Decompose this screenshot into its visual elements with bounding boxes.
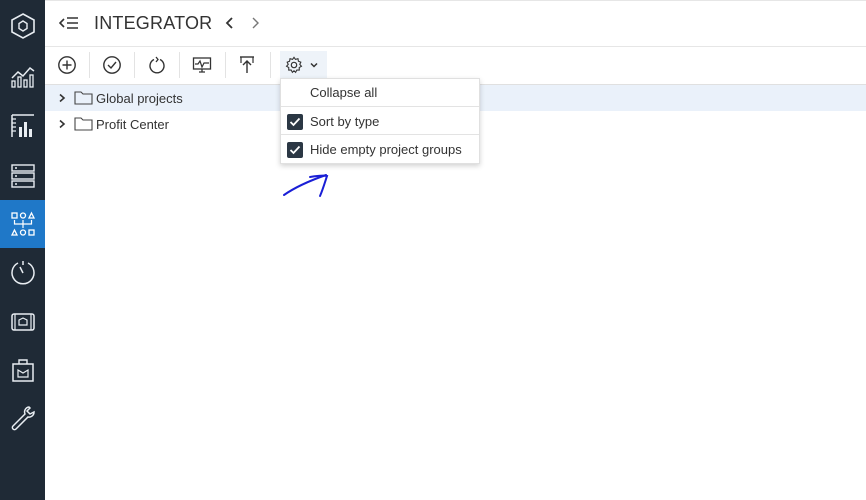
server-rack-icon: [10, 164, 35, 188]
gauge-icon: [10, 261, 35, 285]
chevron-right-icon[interactable]: [248, 14, 262, 32]
settings-dropdown-menu: Collapse all Sort by type Hide empty pro…: [280, 78, 480, 164]
tree-item-label: Profit Center: [96, 117, 169, 132]
refresh-button[interactable]: [145, 53, 169, 77]
sidebar-item-reports[interactable]: [0, 102, 45, 150]
menu-item-collapse-all[interactable]: Collapse all: [281, 79, 479, 106]
annotation-arrow-icon: [283, 174, 329, 197]
toolbar-separator: [134, 52, 135, 78]
folder-icon: [74, 117, 93, 131]
hide-empty-groups-checkbox[interactable]: [287, 142, 303, 158]
bar-chart-icon: [10, 114, 34, 137]
folder-icon: [74, 91, 93, 105]
checkmark-icon: [289, 145, 301, 155]
menu-item-hide-empty-project-groups[interactable]: Hide empty project groups: [281, 136, 479, 163]
upload-icon: [240, 56, 254, 73]
sidebar-item-packages[interactable]: [0, 346, 45, 394]
sidebar-item-media[interactable]: [0, 298, 45, 346]
gear-icon: [285, 56, 303, 74]
sidebar-item-tools[interactable]: [0, 394, 45, 442]
add-button[interactable]: [55, 53, 79, 77]
monitor-icon: [192, 57, 212, 73]
deploy-button[interactable]: [235, 53, 259, 77]
analytics-chart-icon: [10, 66, 34, 88]
chevron-right-icon[interactable]: [57, 119, 67, 129]
chevron-left-icon[interactable]: [223, 14, 237, 32]
menu-separator: [281, 106, 479, 107]
monitor-button[interactable]: [190, 53, 214, 77]
toolbar-separator: [179, 52, 180, 78]
app-header: INTEGRATOR: [45, 0, 866, 47]
integrator-flow-icon: [10, 211, 35, 236]
menu-item-label: Collapse all: [310, 85, 378, 100]
settings-menu-button[interactable]: [280, 51, 327, 79]
toolbar-separator: [270, 52, 271, 78]
toolbar-separator: [89, 52, 90, 78]
toolbar-separator: [225, 52, 226, 78]
validate-button[interactable]: [100, 53, 124, 77]
checkmark-icon: [289, 117, 301, 127]
add-circle-icon: [58, 56, 76, 74]
chevron-down-icon: [310, 62, 318, 68]
sidebar-item-integrator[interactable]: [0, 200, 45, 248]
check-circle-icon: [103, 56, 121, 74]
wrench-icon: [11, 406, 35, 431]
chevron-right-icon[interactable]: [57, 93, 67, 103]
sidebar-item-servers[interactable]: [0, 152, 45, 200]
sort-by-type-checkbox[interactable]: [287, 114, 303, 130]
refresh-icon: [149, 56, 165, 74]
collapse-menu-icon[interactable]: [59, 14, 79, 32]
page-title: INTEGRATOR: [94, 13, 213, 33]
sidebar-item-monitor[interactable]: [0, 248, 45, 296]
menu-item-sort-by-type[interactable]: Sort by type: [281, 108, 479, 135]
package-icon: [11, 359, 34, 382]
sidebar-item-analytics[interactable]: [0, 52, 45, 100]
sidebar-item-home[interactable]: [0, 2, 45, 50]
film-icon: [10, 313, 35, 331]
menu-item-label: Hide empty project groups: [310, 142, 462, 157]
menu-item-label: Sort by type: [310, 114, 380, 129]
hexagon-logo-icon: [10, 13, 35, 39]
menu-separator: [281, 134, 479, 135]
tree-item-label: Global projects: [96, 91, 183, 106]
sidebar: [0, 0, 45, 500]
